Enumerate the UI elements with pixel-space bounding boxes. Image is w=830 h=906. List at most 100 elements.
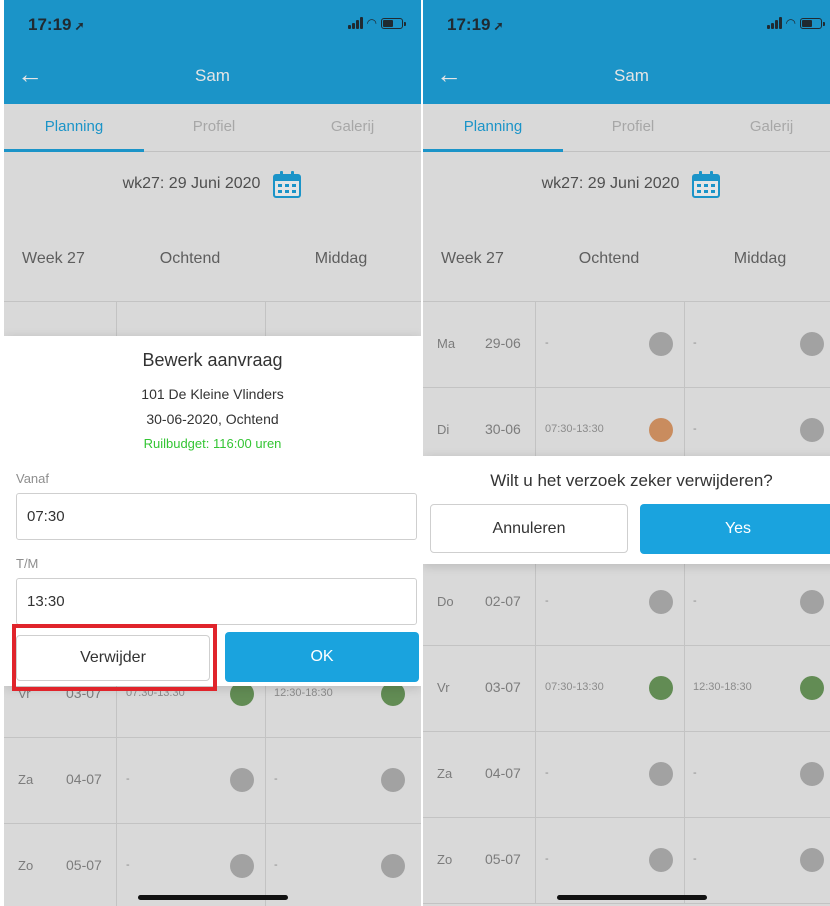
status-dot-icon[interactable] [230,854,254,878]
status-bar: 17:19 ➚ ◠ [423,0,830,48]
dialog-title: Bewerk aanvraag [142,350,283,370]
phone-screen-edit-request: 17:19 ➚ ◠ ← Sam Planning Profiel Galerij … [4,0,421,906]
status-dot-icon[interactable] [800,848,824,872]
status-dot-icon[interactable] [649,332,673,356]
status-dot-icon[interactable] [800,332,824,356]
row-date: 05-07 [485,851,521,867]
row-day: Zo [18,858,34,873]
row-day: Do [437,594,454,609]
location-arrow-icon: ➚ [493,19,504,33]
status-dot-icon[interactable] [649,848,673,872]
battery-icon [381,18,406,29]
from-time-input[interactable] [16,493,417,540]
row-afternoon-time: - [693,423,697,435]
week-selector: wk27: 29 Juni 2020 [4,152,421,216]
tab-planning[interactable]: Planning [423,104,563,152]
row-date: 04-07 [66,771,102,787]
week-label: wk27: 29 Juni 2020 [122,175,261,192]
page-title: Sam [614,66,649,85]
app-bar: ← Sam [4,48,421,104]
week-selector: wk27: 29 Juni 2020 [423,152,830,216]
confirm-delete-dialog: Wilt u het verzoek zeker verwijderen? An… [423,456,830,564]
row-afternoon-time: - [274,773,278,785]
row-afternoon-time: - [693,337,697,349]
tab-bar: Planning Profiel Galerij [4,104,421,152]
status-dot-icon[interactable] [649,590,673,614]
ok-button[interactable]: OK [225,632,419,682]
row-morning-time: - [545,767,549,779]
status-icons: ◠ [347,17,406,29]
row-morning-time: 07:30-13:30 [545,681,604,693]
row-afternoon-time: 12:30-18:30 [274,687,333,699]
delete-button[interactable]: Verwijder [16,635,210,681]
header-afternoon: Middag [733,250,787,267]
status-dot-icon[interactable] [800,676,824,700]
table-row[interactable]: Ma 29-06 - - [423,302,830,388]
schedule-header: Week 27 Ochtend Middag [423,216,830,302]
cancel-button[interactable]: Annuleren [430,504,628,553]
yes-button[interactable]: Yes [640,504,830,554]
tab-galerij[interactable]: Galerij [703,104,830,152]
location-arrow-icon: ➚ [74,19,85,33]
status-dot-icon[interactable] [800,762,824,786]
confirm-message: Wilt u het verzoek zeker verwijderen? [490,471,773,490]
to-label: T/M [16,556,39,571]
wifi-icon: ◠ [785,16,796,30]
status-dot-icon[interactable] [649,676,673,700]
table-row[interactable]: Zo 05-07 - - [4,824,421,906]
row-day: Di [437,422,450,437]
row-morning-time: - [545,595,549,607]
row-date: 02-07 [485,593,521,609]
tab-profiel[interactable]: Profiel [144,104,284,152]
row-date: 30-06 [485,421,521,437]
dialog-budget: Ruilbudget: 116:00 uren [143,436,282,451]
row-morning-time: - [126,773,130,785]
row-day: Vr [437,680,450,695]
tab-galerij[interactable]: Galerij [284,104,421,152]
to-time-input[interactable] [16,578,417,625]
status-dot-icon[interactable] [230,768,254,792]
row-afternoon-time: - [274,859,278,871]
status-dot-icon[interactable] [381,854,405,878]
dialog-location: 101 De Kleine Vlinders [141,386,284,402]
schedule-header: Week 27 Ochtend Middag [4,216,421,302]
signal-icon [347,17,363,29]
table-row[interactable]: Za 04-07 - - [4,738,421,824]
status-dot-icon[interactable] [649,418,673,442]
calendar-icon[interactable] [272,169,302,199]
row-day: Za [437,766,453,781]
row-morning-time: 07:30-13:30 [126,687,185,699]
status-dot-icon[interactable] [800,590,824,614]
row-day: Za [18,772,34,787]
row-morning-time: - [545,853,549,865]
row-afternoon-time: - [693,853,697,865]
calendar-icon[interactable] [691,169,721,199]
phone-screen-confirm-delete: 17:19 ➚ ◠ ← Sam Planning Profiel Galerij … [423,0,830,906]
row-day: Zo [437,852,453,867]
row-afternoon-time: 12:30-18:30 [693,681,752,693]
header-afternoon: Middag [314,250,368,267]
status-dot-icon[interactable] [800,418,824,442]
header-morning: Ochtend [578,250,640,267]
battery-icon [800,18,825,29]
tab-planning[interactable]: Planning [4,104,144,152]
row-day: Vr [18,686,31,701]
page-title: Sam [195,66,230,85]
table-row[interactable]: Vr 03-07 07:30-13:30 12:30-18:30 [423,646,830,732]
status-dot-icon[interactable] [381,768,405,792]
row-morning-time: - [545,337,549,349]
signal-icon [766,17,782,29]
home-indicator [557,895,707,900]
dialog-slot: 30-06-2020, Ochtend [146,411,279,427]
from-label: Vanaf [16,471,50,486]
table-row[interactable]: Za 04-07 - - [423,732,830,818]
row-date: 03-07 [485,679,521,695]
tab-profiel[interactable]: Profiel [563,104,703,152]
table-row[interactable]: Do 02-07 - - [423,560,830,646]
status-icons: ◠ [766,16,825,30]
row-afternoon-time: - [693,595,697,607]
status-dot-icon[interactable] [649,762,673,786]
header-morning: Ochtend [159,250,221,267]
table-row[interactable]: Zo 05-07 - - [423,818,830,904]
header-week: Week 27 [22,250,85,267]
